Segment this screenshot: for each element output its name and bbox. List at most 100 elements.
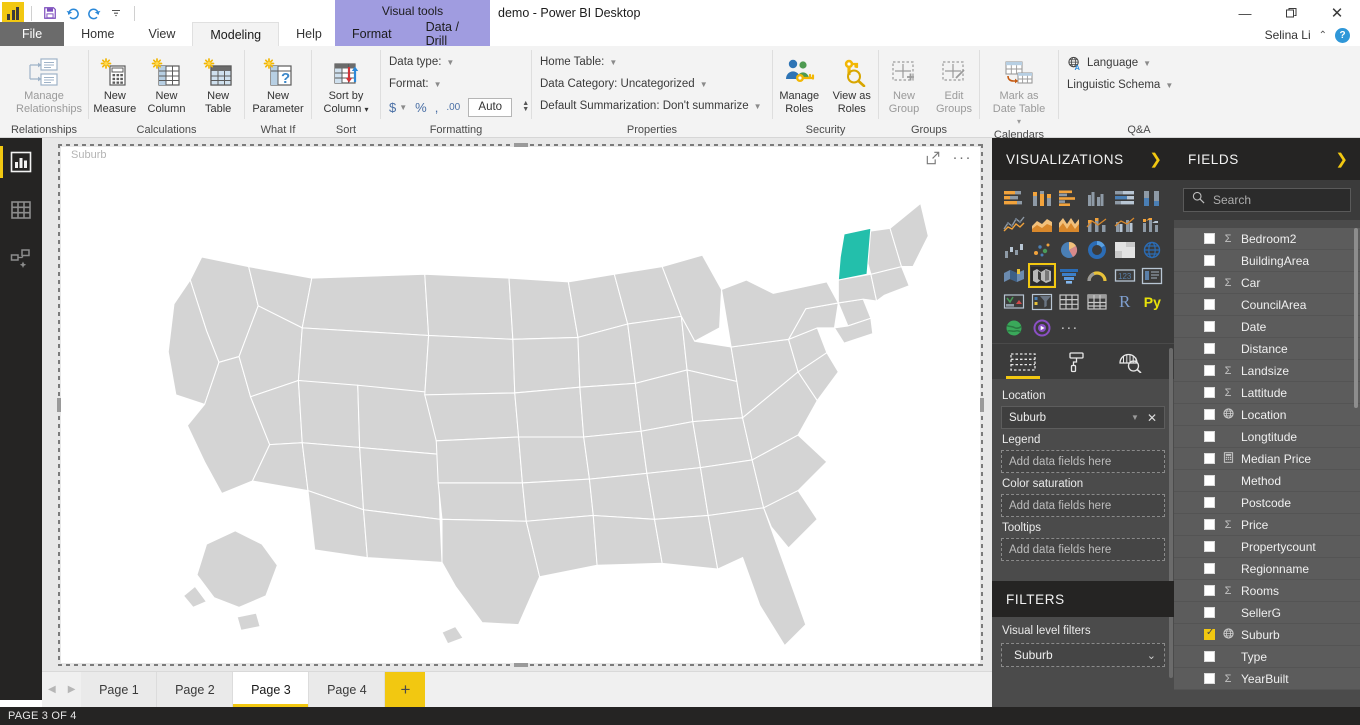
- new-measure-button[interactable]: New Measure: [91, 49, 139, 115]
- field-checkbox[interactable]: [1204, 651, 1215, 662]
- tab-file[interactable]: File: [0, 22, 65, 46]
- field-row[interactable]: CouncilArea: [1174, 294, 1360, 316]
- field-row[interactable]: Longtitude: [1174, 426, 1360, 448]
- mark-as-date-table-button[interactable]: Mark as Date Table: [993, 49, 1045, 129]
- field-checkbox[interactable]: [1204, 563, 1215, 574]
- chevron-down-icon[interactable]: ▼: [434, 80, 442, 89]
- report-canvas[interactable]: Suburb ···: [42, 138, 992, 671]
- treemap-icon[interactable]: [1113, 239, 1137, 260]
- field-checkbox[interactable]: [1204, 627, 1215, 640]
- linguistic-schema-row[interactable]: Linguistic Schema ▼: [1059, 74, 1173, 96]
- customize-quick-access-icon[interactable]: [105, 2, 127, 24]
- scatter-chart-icon[interactable]: [1030, 239, 1054, 260]
- field-checkbox[interactable]: [1204, 431, 1215, 442]
- r-script-visual-icon[interactable]: R: [1113, 291, 1137, 312]
- donut-chart-icon[interactable]: [1085, 239, 1109, 260]
- thousands-separator-button[interactable]: ,: [435, 100, 439, 115]
- field-checkbox[interactable]: [1204, 475, 1215, 486]
- slicer-icon[interactable]: [1030, 291, 1054, 312]
- new-group-button[interactable]: New Group: [880, 49, 928, 115]
- chevron-down-icon[interactable]: ⌄: [1147, 649, 1156, 662]
- well-location[interactable]: Suburb ▼ ✕: [1001, 406, 1165, 429]
- chevron-right-icon[interactable]: ❯: [1335, 150, 1348, 168]
- add-page-button[interactable]: +: [385, 672, 426, 707]
- field-row[interactable]: Σ Rooms: [1174, 580, 1360, 602]
- well-legend[interactable]: Add data fields here: [1001, 450, 1165, 473]
- field-row[interactable]: Σ Landsize: [1174, 360, 1360, 382]
- data-category-row[interactable]: Data Category: Uncategorized ▼: [532, 73, 708, 95]
- focus-mode-icon[interactable]: [926, 151, 940, 165]
- kpi-icon[interactable]: [1002, 291, 1026, 312]
- chevron-left-icon[interactable]: ◀: [48, 684, 56, 695]
- powerapps-visual-icon[interactable]: [1030, 317, 1054, 338]
- field-checkbox[interactable]: [1204, 541, 1215, 552]
- field-checkbox[interactable]: [1204, 277, 1215, 288]
- field-row[interactable]: Σ YearBuilt: [1174, 668, 1360, 690]
- stacked-bar-chart-icon[interactable]: [1002, 187, 1026, 208]
- fields-tab[interactable]: [1006, 347, 1040, 379]
- field-checkbox[interactable]: [1204, 299, 1215, 310]
- field-checkbox[interactable]: [1204, 607, 1215, 618]
- field-row[interactable]: Location: [1174, 404, 1360, 426]
- chevron-right-icon[interactable]: ❯: [1149, 150, 1162, 168]
- new-table-button[interactable]: New Table: [194, 49, 242, 115]
- filled-map-visual[interactable]: Suburb ···: [57, 143, 984, 667]
- undo-icon[interactable]: [61, 2, 83, 24]
- more-visuals-icon[interactable]: ···: [1057, 317, 1081, 338]
- percent-format-button[interactable]: %: [415, 100, 427, 115]
- field-row[interactable]: Propertycount: [1174, 536, 1360, 558]
- account-name[interactable]: Selina Li: [1265, 28, 1311, 42]
- tab-format[interactable]: Format: [335, 22, 409, 46]
- field-row[interactable]: Method: [1174, 470, 1360, 492]
- sidebar-item-data-view[interactable]: [0, 186, 42, 234]
- currency-format-button[interactable]: $ ▼: [389, 100, 407, 115]
- view-as-roles-button[interactable]: View as Roles: [828, 49, 876, 115]
- area-chart-icon[interactable]: [1030, 213, 1054, 234]
- ribbon-chart-icon[interactable]: [1140, 213, 1164, 234]
- data-type-row[interactable]: Data type: ▼: [381, 51, 454, 73]
- stacked-area-chart-icon[interactable]: [1057, 213, 1081, 234]
- field-row[interactable]: Type: [1174, 646, 1360, 668]
- line-stacked-column-chart-icon[interactable]: [1085, 213, 1109, 234]
- field-row[interactable]: SellerG: [1174, 602, 1360, 624]
- analytics-tab[interactable]: [1118, 347, 1142, 377]
- field-row[interactable]: Postcode: [1174, 492, 1360, 514]
- chevron-down-icon[interactable]: ▼: [700, 80, 708, 89]
- chevron-right-icon[interactable]: ▶: [68, 684, 76, 695]
- tab-help[interactable]: Help: [279, 22, 339, 46]
- format-tab[interactable]: [1066, 347, 1088, 377]
- field-checkbox[interactable]: [1204, 255, 1215, 266]
- sort-by-column-button[interactable]: Sort by Column: [322, 49, 370, 116]
- tab-data-drill[interactable]: Data / Drill: [409, 20, 490, 48]
- redo-icon[interactable]: [83, 2, 105, 24]
- map-icon[interactable]: [1140, 239, 1164, 260]
- field-row[interactable]: Σ Lattitude: [1174, 382, 1360, 404]
- field-checkbox[interactable]: [1204, 233, 1215, 244]
- chevron-down-icon[interactable]: ▼: [446, 58, 454, 67]
- 100-stacked-bar-chart-icon[interactable]: [1113, 187, 1137, 208]
- more-options-icon[interactable]: ···: [953, 150, 973, 165]
- field-checkbox[interactable]: [1204, 409, 1215, 420]
- shape-map-icon[interactable]: [1002, 265, 1026, 286]
- save-icon[interactable]: [39, 2, 61, 24]
- field-checkbox[interactable]: [1204, 673, 1215, 684]
- field-row[interactable]: Σ Bedroom2: [1174, 228, 1360, 250]
- line-chart-icon[interactable]: [1002, 213, 1026, 234]
- manage-relationships-button[interactable]: Manage Relationships: [16, 49, 82, 115]
- search-input[interactable]: Search: [1183, 188, 1351, 212]
- collapse-ribbon-icon[interactable]: ⌃: [1319, 30, 1327, 41]
- field-row[interactable]: BuildingArea: [1174, 250, 1360, 272]
- field-row[interactable]: Σ Price: [1174, 514, 1360, 536]
- fields-scrollbar[interactable]: [1354, 228, 1358, 408]
- chevron-down-icon[interactable]: ▼: [1143, 59, 1151, 68]
- waterfall-chart-icon[interactable]: [1002, 239, 1026, 260]
- manage-roles-button[interactable]: Manage Roles: [775, 49, 823, 115]
- clustered-column-chart-icon[interactable]: [1085, 187, 1109, 208]
- chevron-down-icon[interactable]: ▼: [1131, 413, 1139, 422]
- multi-row-card-icon[interactable]: [1140, 265, 1164, 286]
- tab-view[interactable]: View: [132, 22, 193, 46]
- well-tooltips[interactable]: Add data fields here: [1001, 538, 1165, 561]
- stacked-column-chart-icon[interactable]: [1030, 187, 1054, 208]
- chevron-down-icon[interactable]: ▼: [754, 102, 762, 111]
- well-color-saturation[interactable]: Add data fields here: [1001, 494, 1165, 517]
